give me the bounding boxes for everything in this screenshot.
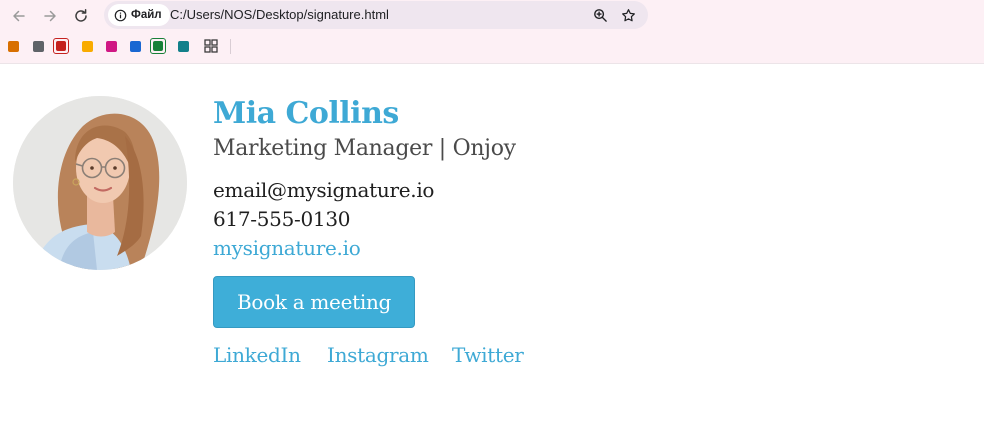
forward-button[interactable] — [38, 4, 62, 28]
bookmarks-divider — [230, 39, 231, 54]
signature-role: Marketing Manager | Onjoy — [213, 136, 516, 161]
apps-grid-icon[interactable] — [204, 39, 218, 53]
signature-email[interactable]: email@mysignature.io — [213, 178, 434, 202]
back-button[interactable] — [7, 4, 31, 28]
yellow-bookmark-icon — [81, 40, 93, 52]
signature-name: Mia Collins — [213, 96, 399, 131]
book-meeting-button[interactable]: Book a meeting — [213, 276, 415, 328]
zoom-in-icon — [593, 8, 607, 22]
profile-photo-icon — [13, 96, 187, 270]
bookmark-orange[interactable] — [5, 38, 21, 54]
bookmark-gray[interactable] — [30, 38, 46, 54]
bookmark-pink[interactable] — [103, 38, 119, 54]
teal-bookmark-icon — [177, 40, 189, 52]
site-info-chip[interactable]: Файл — [108, 4, 170, 26]
red-bookmark-icon — [56, 41, 66, 51]
pink-bookmark-icon — [105, 40, 117, 52]
url-text[interactable]: C:/Users/NOS/Desktop/signature.html — [170, 1, 389, 29]
orange-bookmark-icon — [7, 40, 19, 52]
arrow-left-icon — [13, 10, 25, 22]
bookmark-yellow[interactable] — [79, 38, 95, 54]
signature-phone[interactable]: 617-555-0130 — [213, 207, 350, 231]
bookmark-blue[interactable] — [127, 38, 143, 54]
bookmarks-bar — [0, 35, 984, 57]
browser-chrome: Файл C:/Users/NOS/Desktop/signature.html — [0, 0, 984, 64]
linkedin-link[interactable]: LinkedIn — [213, 343, 301, 367]
reload-icon — [75, 9, 87, 22]
arrow-right-icon — [44, 10, 56, 22]
bookmark-green[interactable] — [150, 38, 166, 54]
site-chip-label: Файл — [131, 9, 162, 21]
avatar — [13, 96, 187, 270]
gray-bookmark-icon — [32, 40, 44, 52]
green-bookmark-icon — [153, 41, 163, 51]
bookmark-star-button[interactable] — [618, 5, 638, 25]
blue-bookmark-icon — [129, 40, 141, 52]
signature-website-link[interactable]: mysignature.io — [213, 236, 361, 260]
instagram-link[interactable]: Instagram — [327, 343, 429, 367]
star-icon — [621, 8, 635, 21]
bookmark-red[interactable] — [53, 38, 69, 54]
bookmark-teal[interactable] — [175, 38, 191, 54]
zoom-button[interactable] — [590, 5, 610, 25]
info-icon — [114, 9, 127, 21]
reload-button[interactable] — [69, 4, 93, 28]
address-bar[interactable]: Файл C:/Users/NOS/Desktop/signature.html — [104, 1, 648, 29]
twitter-link[interactable]: Twitter — [452, 343, 524, 367]
